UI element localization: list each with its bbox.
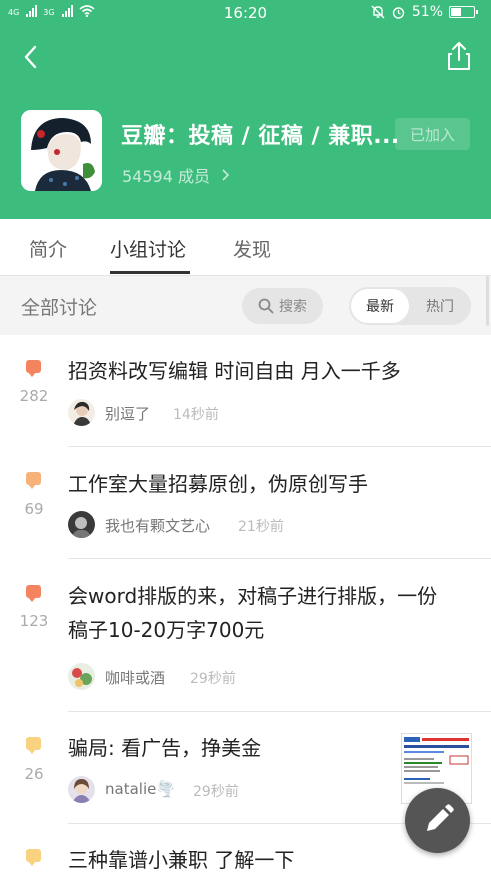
- post-time: 29秒前: [190, 671, 236, 687]
- comment-count: 26: [24, 765, 44, 783]
- post-author[interactable]: 别逗了: [105, 403, 150, 424]
- comment-icon: [26, 737, 41, 754]
- post-title: 工作室大量招募原创，伪原创写手: [68, 472, 368, 496]
- comment-count: 69: [24, 500, 44, 518]
- search-button[interactable]: 搜索: [242, 288, 323, 324]
- new-post-button[interactable]: [405, 788, 470, 853]
- post-time: 21秒前: [238, 519, 284, 535]
- sort-hot-button[interactable]: 热门: [411, 289, 469, 323]
- battery-icon: [449, 6, 478, 18]
- post-author[interactable]: natalie🌪️: [105, 780, 175, 798]
- active-tab-indicator: [110, 271, 190, 274]
- post-title: 招资料改写编辑 时间自由 月入一千多: [68, 359, 401, 383]
- discussion-filter-bar: 全部讨论 搜索 最新 热门: [0, 276, 491, 335]
- avatar[interactable]: [68, 399, 95, 426]
- group-title: 豆瓣：投稿 / 征稿 / 兼职...: [121, 124, 400, 149]
- tab-bar: 简介 小组讨论 发现: [0, 219, 491, 276]
- comment-icon: [26, 360, 41, 377]
- status-right: 51%: [371, 4, 478, 20]
- list-item[interactable]: 69 工作室大量招募原创，伪原创写手 我也有颗文艺心 21秒前: [0, 447, 491, 559]
- post-title: 骗局: 看广告，挣美金: [68, 736, 262, 760]
- mute-bell-icon: [371, 5, 385, 19]
- list-item[interactable]: 123 会word排版的来，对稿子进行排版，一份 稿子10-20万字700元 咖…: [0, 559, 491, 712]
- joined-button[interactable]: 已加入: [395, 118, 470, 150]
- post-author[interactable]: 咖啡或酒: [105, 667, 165, 688]
- post-time: 14秒前: [173, 407, 219, 423]
- comment-icon: [26, 849, 41, 866]
- tab-intro[interactable]: 简介: [29, 235, 67, 262]
- avatar[interactable]: [68, 776, 95, 803]
- comment-count: 282: [19, 387, 49, 405]
- tab-discover[interactable]: 发现: [233, 235, 271, 262]
- post-title-line-2: 稿子10-20万字700元: [68, 618, 265, 642]
- avatar[interactable]: [68, 663, 95, 690]
- post-title: 三种靠谱小兼职 了解一下: [68, 848, 295, 872]
- post-time: 29秒前: [193, 784, 239, 800]
- battery-percent: 51%: [411, 4, 443, 20]
- sort-latest-button[interactable]: 最新: [351, 289, 409, 323]
- post-title-line-1: 会word排版的来，对稿子进行排版，一份: [68, 584, 438, 608]
- chevron-right-icon: [222, 169, 230, 181]
- battery-level: [451, 8, 462, 16]
- status-bar: 4G 3G 16:20 51%: [0, 0, 491, 26]
- member-count-link[interactable]: 54594 成员: [122, 163, 231, 187]
- avatar[interactable]: [68, 511, 95, 538]
- tab-discussion[interactable]: 小组讨论: [110, 235, 186, 262]
- group-avatar-image: [21, 110, 102, 191]
- search-label: 搜索: [279, 299, 307, 315]
- scrollbar[interactable]: [486, 276, 489, 326]
- group-header: 4G 3G 16:20 51% 豆瓣：投稿 / 征稿 / 兼职... 54594…: [0, 0, 491, 219]
- search-icon: [258, 298, 274, 314]
- list-item[interactable]: 282 招资料改写编辑 时间自由 月入一千多 别逗了 14秒前: [0, 335, 491, 447]
- comment-count: 123: [19, 612, 49, 630]
- member-count: 54594 成员: [122, 167, 210, 186]
- group-avatar[interactable]: [21, 110, 102, 191]
- back-icon[interactable]: [18, 43, 46, 71]
- alarm-icon: [392, 6, 405, 19]
- all-discussions-label: 全部讨论: [21, 297, 98, 319]
- comment-icon: [26, 472, 41, 489]
- comment-icon: [26, 585, 41, 602]
- pencil-icon: [427, 804, 454, 831]
- sort-toggle: 最新 热门: [349, 287, 471, 325]
- post-author[interactable]: 我也有颗文艺心: [105, 515, 210, 536]
- share-icon[interactable]: [444, 40, 474, 72]
